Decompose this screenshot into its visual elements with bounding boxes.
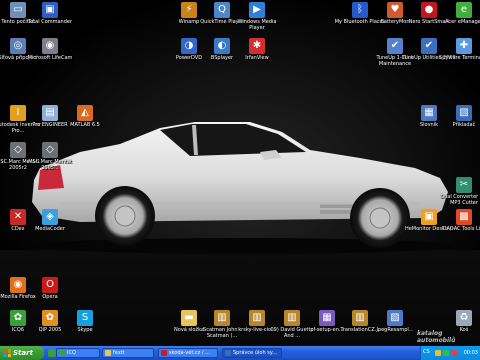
desktop-icon-wmp[interactable]: ▶ Windows Media Player (230, 2, 284, 36)
desktop-icon-label: Windows Media Player (237, 19, 277, 31)
taskbar-button-label: fextt (113, 350, 125, 356)
folder-icon (105, 350, 111, 356)
calculator-icon: ▧ (456, 105, 472, 121)
wallpaper-watermark: katalog automobilů (417, 330, 456, 344)
desktop-icon-label: IrfanView (245, 55, 269, 61)
desktop-icon-label: Skype (77, 327, 93, 333)
monitor-icon: ▣ (421, 209, 437, 225)
archive-icon: ▥ (352, 310, 368, 326)
desktop-icon-emanager[interactable]: e Acer eManager (437, 2, 480, 36)
bsplayer-icon: ◐ (214, 38, 230, 54)
desktop-icon-lifecam[interactable]: ◉ Microsoft LifeCam (23, 38, 77, 72)
taskbar-button[interactable]: ICQ (56, 348, 100, 358)
tuneup-icon: ✔ (387, 38, 403, 54)
battery-icon: ♥ (387, 2, 403, 18)
windows-flag-icon (3, 349, 11, 357)
taskbar-button-label: Správce úloh sy... (233, 350, 277, 356)
desktop-icon-label: JpegResampl... (376, 327, 414, 333)
shield-icon: ✚ (456, 38, 472, 54)
desktop-icon-label: MSC.Marc Mentat 2005... (28, 159, 72, 171)
irfanview-icon: ✱ (249, 38, 265, 54)
system-tray: CS 00:03 (420, 346, 480, 360)
winrar-icon: ▥ (214, 310, 230, 326)
tuneup-icon: ✔ (421, 38, 437, 54)
desktop-icon-prikladac[interactable]: ▧ Přikladač (437, 105, 480, 139)
desktop-icon-label: DADAC Tools Lite (442, 226, 480, 232)
desktop-icon-label: Dual Converter Pro MP3 Cutter (440, 194, 480, 206)
bluetooth-icon: ᛒ (352, 2, 368, 18)
desktop-icon-opera[interactable]: O Opera (23, 277, 77, 311)
desktop-icon-label: Total Commander (27, 19, 73, 25)
media-player-icon: ▶ (249, 2, 265, 18)
desktop-icon-dvdcutter[interactable]: ✂Dual Converter Pro MP3 Cutter (437, 177, 480, 211)
winrar-icon: ▥ (284, 310, 300, 326)
desktop-icon-skype[interactable]: S Skype (58, 310, 112, 344)
floppy-icon: ▣ (42, 2, 58, 18)
matlab-icon: ◭ (77, 105, 93, 121)
language-indicator[interactable]: CS (423, 349, 430, 355)
start-label: Start (13, 349, 33, 357)
quicktime-icon: Q (214, 2, 230, 18)
taskbar-button[interactable]: fextt (102, 348, 154, 358)
desktop: ▭ Tento počítač ▣ Total Commander ⚡ Winamp Q Qu… (0, 0, 480, 346)
desktop-icon-label: MediaCoder (35, 226, 65, 232)
tray-speaker-icon[interactable] (435, 350, 441, 356)
winrar-icon: ▥ (249, 310, 265, 326)
proengineer-icon: ▤ (42, 105, 58, 121)
desktop-icon-label: Opera (42, 294, 58, 300)
desktop-icon-label: Přikladač (452, 122, 476, 128)
desktop-icon-label: Spyware Terminator (439, 55, 480, 61)
browser-icon (161, 350, 167, 356)
mediacoder-icon: ◈ (42, 209, 58, 225)
opera-icon: O (42, 277, 58, 293)
dictionary-icon: ▦ (421, 105, 437, 121)
desktop-icon-irfanview[interactable]: ✱ IrfanView (230, 38, 284, 72)
taskbar-button[interactable]: Správce úloh sy... (222, 348, 282, 358)
taskbar-button-label: skoda-vet.cz / ... (169, 350, 210, 356)
quicklaunch-icq-icon[interactable] (48, 349, 56, 357)
desktop-icon-matlab[interactable]: ◭ MATLAB 6.5 (58, 105, 112, 139)
desktop-icon-label: MATLAB 6.5 (70, 122, 100, 128)
recycle-bin-icon: ♻ (456, 310, 472, 326)
acer-icon: e (456, 2, 472, 18)
icq-icon (59, 350, 65, 356)
mp3-cutter-icon: ✂ (456, 177, 472, 193)
desktop-icon-label: Microsoft LifeCam (27, 55, 73, 61)
start-button[interactable]: Start (0, 346, 44, 360)
clock[interactable]: 00:03 (464, 350, 478, 356)
task-manager-icon (225, 350, 231, 356)
tray-network-icon[interactable] (443, 350, 449, 356)
desktop-icon-dadacrt[interactable]: ▩DADAC Tools Lite (437, 209, 480, 243)
desktop-icon-file6[interactable]: ▨ JpegResampl... (368, 310, 422, 344)
nero-icon: ● (421, 2, 437, 18)
taskbar-button[interactable]: skoda-vet.cz / ... (158, 348, 218, 358)
desktop-icon-mediacoder[interactable]: ◈ MediaCoder (23, 209, 77, 243)
tools-icon: ▩ (456, 209, 472, 225)
msc-icon: ◇ (42, 142, 58, 158)
tray-antivirus-icon[interactable] (451, 350, 457, 356)
desktop-icon-label: Acer eManager (445, 19, 480, 25)
desktop-icon-spyware[interactable]: ✚Spyware Terminator (437, 38, 480, 72)
webcam-icon: ◉ (42, 38, 58, 54)
taskbar: Start ICQ fextt skoda-vet.cz / ... Správce … (0, 346, 480, 360)
taskbar-button-label: ICQ (67, 350, 76, 356)
desktop-icon-marc2[interactable]: ◇ MSC.Marc Mentat 2005... (23, 142, 77, 176)
desktop-icon-total-commander[interactable]: ▣ Total Commander (23, 2, 77, 36)
skype-icon: S (77, 310, 93, 326)
image-tool-icon: ▨ (387, 310, 403, 326)
qip-icon: ✿ (42, 310, 58, 326)
